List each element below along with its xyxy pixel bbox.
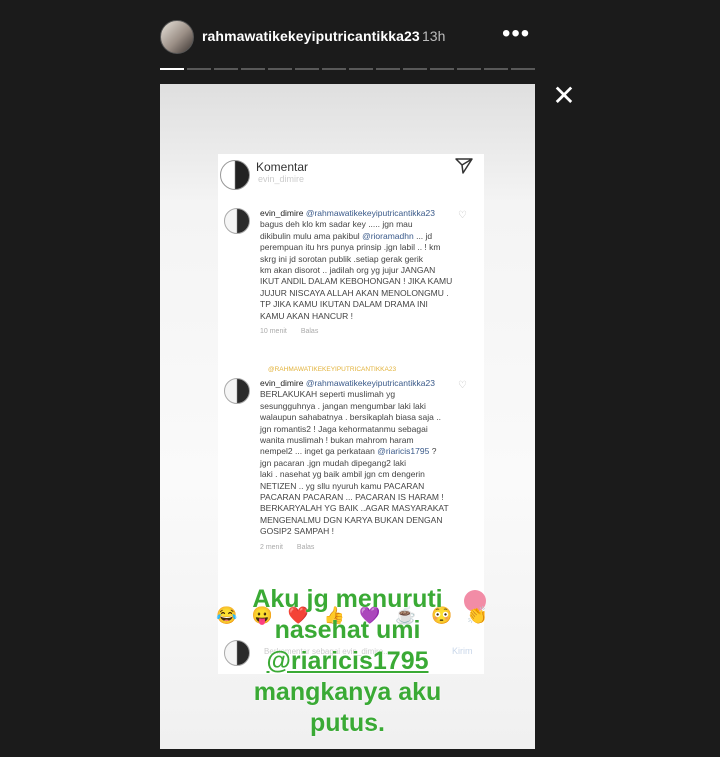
reply-link: Balas: [296, 543, 315, 551]
story-username[interactable]: rahmawatikekeyiputricantikka23: [202, 28, 420, 44]
comment-line: MENGENALMU DGN KARYA BUKAN DENGAN: [260, 514, 443, 525]
comment-line: dikibulin mulu ama pakibul @rioramadhn .…: [260, 231, 456, 242]
comments-subtitle: evin_dimire: [258, 174, 305, 184]
comment-meta: 10 menit Balas: [260, 326, 456, 337]
comment-line: nempel2 ... inget ga perkataan @riaricis…: [260, 446, 456, 457]
progress-segment: [241, 68, 265, 70]
caption-line: putus.: [310, 709, 385, 737]
progress-segment: [349, 68, 373, 70]
progress-segment: [268, 68, 292, 70]
caption-line: nasehat umi: [274, 616, 421, 644]
comment-line: JUJUR NISCAYA ALLAH AKAN MENOLONGMU .: [260, 287, 449, 298]
comment-line: BERKARYALAH YG BAIK ..AGAR MASYARAKAT: [260, 503, 449, 514]
comment-text: ?: [431, 446, 437, 457]
story-header: rahmawatikekeyiputricantikka23 13h •••: [160, 18, 540, 58]
comment-meta: 2 menit Balas: [260, 542, 456, 553]
progress-segment: [430, 68, 454, 70]
comment-username: evin_dimire: [260, 208, 304, 218]
comment-line: KAMU AKAN HANCUR !: [260, 310, 354, 321]
comment-line: NETIZEN .. yg sllu nyuruh kamu PACARAN: [260, 480, 425, 491]
comment-line: GOSIP2 SAMPAH !: [260, 526, 335, 537]
comment-time: 2 menit: [260, 543, 283, 551]
progress-segment: [160, 68, 184, 70]
comment-line: km akan disorot .. jadilah org yg jujur …: [260, 265, 436, 276]
progress-segment: [187, 68, 211, 70]
progress-segment: [511, 68, 535, 70]
progress-segment: [457, 68, 481, 70]
like-icon: ♡: [458, 380, 467, 391]
comment-line: PACARAN PACARAN ... PACARAN IS HARAM !: [260, 492, 444, 503]
commenter-avatar: [224, 208, 250, 234]
header-avatar: [220, 160, 250, 190]
reply-link: Balas: [300, 328, 319, 336]
like-icon: ♡: [458, 210, 467, 221]
reply-chip: @RAHMAWATIKEKEYIPUTRICANTIKKA23: [268, 366, 397, 373]
story-caption: Aku jg menuruti nasehat umi @riaricis179…: [160, 584, 535, 739]
progress-segment: [376, 68, 400, 70]
comment-line: TP JIKA KAMU IKUTAN DALAM DRAMA INI: [260, 299, 428, 310]
comment-line: laki . nasehat yg baik ambil jgn cm deng…: [260, 469, 425, 480]
inline-mention: @rioramadhn: [362, 230, 414, 241]
comment-text: nempel2 ... inget ga perkataan: [260, 446, 375, 457]
comment-line: walaupun sahabatnya . bersikaplah biasa …: [260, 412, 441, 423]
comment-line: sesungguhnya . jangan mengumbar laki lak…: [260, 400, 426, 411]
commenter-avatar: [224, 378, 250, 404]
comment-text: dikibulin mulu ama pakibul: [260, 230, 360, 241]
comment-body: evin_dimire @rahmawatikekeyiputricantikk…: [260, 378, 456, 553]
progress-segment: [295, 68, 319, 70]
progress-segment: [403, 68, 427, 70]
comment-line: jgn pacaran .jgn mudah dipegang2 laki: [260, 457, 407, 468]
inline-mention: @riaricis1795: [377, 446, 430, 457]
comment-line: wanita muslimah ! bukan mahrom haram: [260, 435, 414, 446]
comment-line: skrg ini jd sorotan publik .setiap gerak…: [260, 253, 423, 264]
caption-line: Aku jg menuruti: [252, 585, 443, 613]
comment-line: perempuan itu hrs punya prinsip .jgn lab…: [260, 242, 441, 253]
comments-header: Komentar evin_dimire: [218, 154, 484, 194]
comment-line: IKUT ANDIL DALAM KEBOHONGAN ! JIKA KAMU: [260, 276, 453, 287]
progress-segment: [214, 68, 238, 70]
comments-title: Komentar: [256, 160, 309, 174]
comment-mention: @rahmawatikekeyiputricantikka23: [305, 208, 435, 218]
more-options-icon[interactable]: •••: [502, 20, 530, 48]
comment-text: ... jd: [416, 230, 433, 241]
progress-segment: [322, 68, 346, 70]
story-progress-bar: [160, 68, 535, 71]
comment-username: evin_dimire: [260, 378, 304, 388]
progress-segment: [484, 68, 508, 70]
comment-line: BERLAKUKAH seperti muslimah yg: [260, 389, 396, 400]
comment-line: bagus deh klo km sadar key ..... jgn mau: [260, 219, 413, 230]
caption-line: mangkanya aku: [253, 678, 442, 706]
story-time: 13h: [422, 28, 446, 44]
comment-time: 10 menit: [260, 328, 287, 336]
comment-line: jgn romantis2 ! Jaga kehormatanmu sebaga…: [260, 423, 428, 434]
comment-body: evin_dimire @rahmawatikekeyiputricantikk…: [260, 208, 456, 337]
caption-mention[interactable]: @riaricis1795: [160, 646, 535, 677]
story-content: Komentar evin_dimire evin_dimire @rahmaw…: [160, 84, 535, 749]
profile-avatar[interactable]: [160, 20, 194, 54]
close-icon[interactable]: ✕: [551, 82, 577, 110]
send-icon: [455, 158, 473, 174]
comment-mention: @rahmawatikekeyiputricantikka23: [305, 378, 435, 388]
